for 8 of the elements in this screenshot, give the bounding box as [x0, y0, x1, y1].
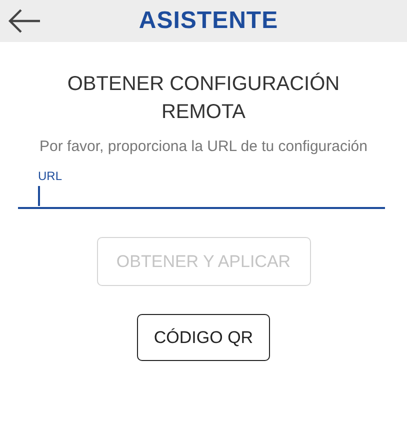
text-cursor: [38, 186, 40, 206]
back-arrow-icon: [7, 8, 41, 34]
qr-code-button[interactable]: CÓDIGO QR: [137, 314, 270, 361]
url-input-field[interactable]: URL: [18, 167, 385, 209]
instructions-text: Por favor, proporciona la URL de tu configuración: [38, 137, 368, 157]
url-field-label: URL: [38, 168, 64, 185]
page-heading: OBTENER CONFIGURACIÓN REMOTA: [66, 72, 341, 125]
header-title: ASISTENTE: [138, 6, 278, 36]
